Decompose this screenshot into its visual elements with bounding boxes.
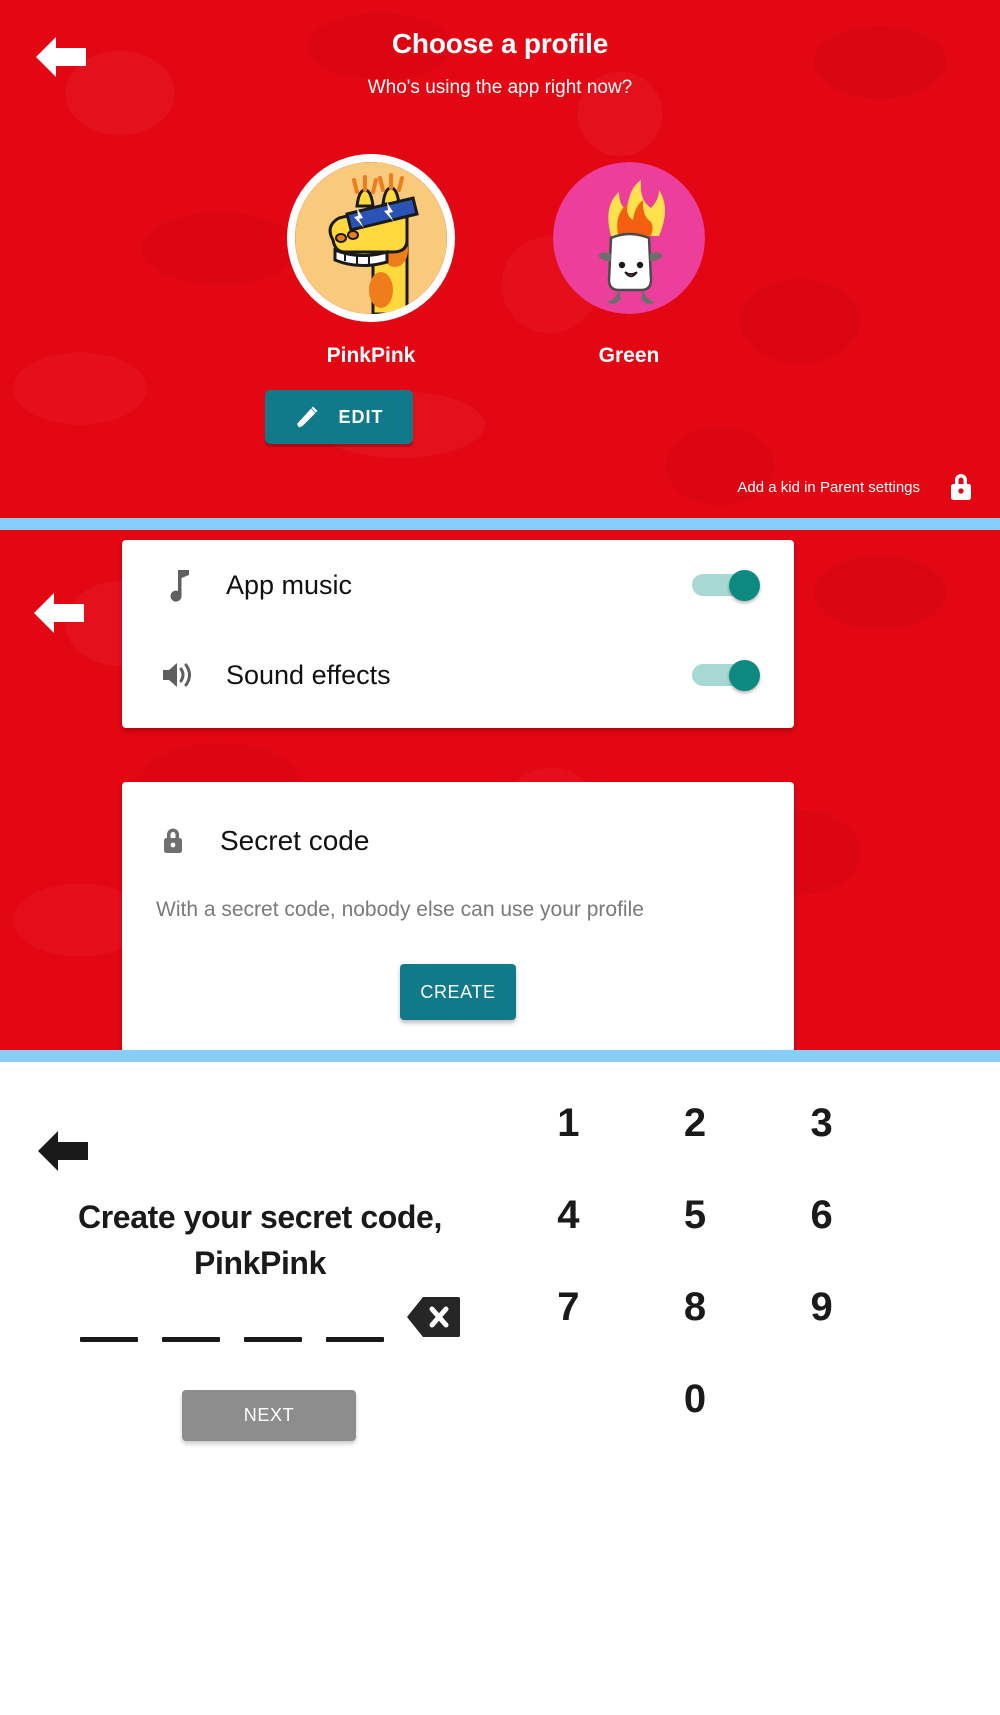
setting-label: Sound effects xyxy=(226,659,391,690)
profile-list: PinkPink Green xyxy=(0,154,1000,368)
profile-item-green[interactable]: Green xyxy=(544,154,714,368)
key-9[interactable]: 9 xyxy=(758,1261,885,1353)
backspace-icon[interactable] xyxy=(406,1295,460,1339)
toggle-knob xyxy=(729,660,760,691)
key-7[interactable]: 7 xyxy=(505,1261,632,1353)
key-5[interactable]: 5 xyxy=(632,1169,759,1261)
lock-icon xyxy=(156,822,190,860)
setting-row-app-music[interactable]: App music xyxy=(156,540,760,630)
flame-marshmallow-avatar[interactable] xyxy=(553,162,705,314)
secret-code-header: Secret code xyxy=(156,822,760,860)
setting-label: App music xyxy=(226,569,353,600)
code-slot[interactable] xyxy=(80,1337,138,1342)
secret-code-title: Secret code xyxy=(220,825,370,856)
panel-divider xyxy=(0,518,1000,530)
create-secret-code-screen: Create your secret code, PinkPink NEXT 1… xyxy=(0,1062,1000,1715)
giraffe-sunglasses-avatar[interactable] xyxy=(295,162,447,314)
choose-profile-screen: Choose a profile Who's using the app rig… xyxy=(0,0,1000,518)
code-slot[interactable] xyxy=(326,1337,384,1342)
back-arrow-icon[interactable] xyxy=(34,34,88,80)
panel-divider xyxy=(0,1050,1000,1062)
add-kid-row[interactable]: Add a kid in Parent settings xyxy=(737,470,976,504)
key-8[interactable]: 8 xyxy=(632,1261,759,1353)
secret-code-description: With a secret code, nobody else can use … xyxy=(156,898,644,921)
back-arrow-icon[interactable] xyxy=(36,1128,90,1174)
profile-item-pinkpink[interactable]: PinkPink xyxy=(286,154,456,368)
page-title: Create your secret code, PinkPink xyxy=(78,1199,442,1282)
back-arrow-icon[interactable] xyxy=(32,590,86,636)
key-1[interactable]: 1 xyxy=(505,1077,632,1169)
numeric-keypad: 1 2 3 4 5 6 7 8 9 0 xyxy=(505,1077,885,1445)
profile-name: PinkPink xyxy=(326,344,416,367)
music-note-icon xyxy=(156,567,202,603)
code-slot[interactable] xyxy=(244,1337,302,1342)
profile-header: Choose a profile Who's using the app rig… xyxy=(0,0,1000,99)
key-4[interactable]: 4 xyxy=(505,1169,632,1261)
toggle-knob xyxy=(729,570,760,601)
next-button[interactable]: NEXT xyxy=(182,1390,356,1441)
key-2[interactable]: 2 xyxy=(632,1077,759,1169)
lock-icon[interactable] xyxy=(946,470,976,504)
secret-code-input[interactable] xyxy=(80,1337,384,1342)
page-title: Choose a profile xyxy=(391,28,609,59)
pencil-icon xyxy=(294,404,320,430)
page-subtitle: Who's using the app right now? xyxy=(367,77,633,98)
edit-button-label: EDIT xyxy=(338,406,384,427)
speaker-icon xyxy=(156,659,202,691)
edit-button[interactable]: EDIT xyxy=(265,390,413,444)
sound-settings-card: App music Sound effects xyxy=(122,540,794,728)
key-0[interactable]: 0 xyxy=(632,1353,759,1445)
create-button-label: CREATE xyxy=(420,981,496,1002)
toggle-app-music[interactable] xyxy=(692,570,760,601)
key-3[interactable]: 3 xyxy=(758,1077,885,1169)
add-kid-label: Add a kid in Parent settings xyxy=(737,478,920,496)
setting-row-sound-effects[interactable]: Sound effects xyxy=(156,630,760,720)
secret-code-card: Secret code With a secret code, nobody e… xyxy=(122,782,794,1050)
profile-settings-screen: App music Sound effects Secret code With… xyxy=(0,530,1000,1050)
key-6[interactable]: 6 xyxy=(758,1169,885,1261)
create-secret-code-button[interactable]: CREATE xyxy=(400,964,516,1020)
code-slot[interactable] xyxy=(162,1337,220,1342)
toggle-sound-effects[interactable] xyxy=(692,660,760,691)
next-button-label: NEXT xyxy=(243,1405,295,1425)
profile-name: Green xyxy=(598,344,660,367)
